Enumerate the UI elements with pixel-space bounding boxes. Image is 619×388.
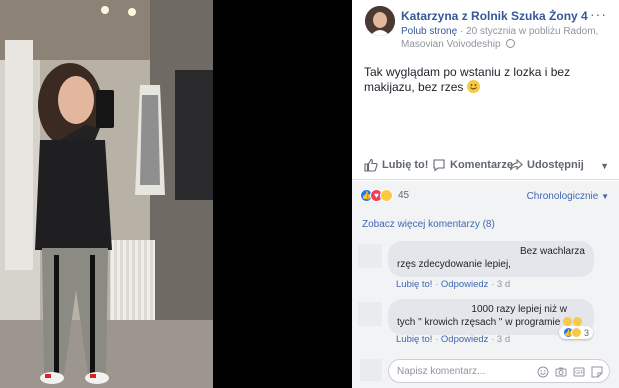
post-text: Tak wyglądam po wstaniu z lozka i bez ma… bbox=[364, 65, 571, 94]
comment-text-line: Bez wachlarza bbox=[519, 246, 585, 257]
camera-icon[interactable] bbox=[555, 365, 567, 377]
comment-reply-link[interactable]: Odpowiedz bbox=[441, 334, 489, 345]
comment-like-link[interactable]: Lubię to! bbox=[396, 279, 432, 290]
gif-icon[interactable]: GIF bbox=[573, 365, 585, 377]
comment-button[interactable]: Komentarze bbox=[432, 158, 513, 172]
chevron-down-icon: ▼ bbox=[601, 192, 609, 201]
comment-text-line: tych " krowich rzęsach " w programie bbox=[397, 316, 585, 329]
share-icon bbox=[509, 158, 523, 171]
photo-pane[interactable] bbox=[0, 0, 352, 388]
photo-viewer: Katarzyna z Rolnik Szuka Żony 4 ··· Polu… bbox=[0, 0, 619, 388]
comment-actions: Lubię to! · Odpowiedz · 3 d bbox=[396, 334, 511, 345]
laughing-emoji-icon bbox=[573, 317, 583, 326]
laughing-emoji-icon bbox=[563, 317, 573, 326]
commenter-avatar[interactable] bbox=[358, 244, 382, 268]
haha-reaction-icon bbox=[571, 327, 582, 338]
composer-icons: GIF bbox=[537, 365, 603, 378]
comment-input[interactable] bbox=[397, 364, 497, 379]
comment-text-line: 1000 razy lepiej niż w bbox=[471, 304, 567, 315]
more-options-icon[interactable]: ··· bbox=[590, 6, 607, 22]
globe-icon bbox=[506, 39, 516, 48]
like-page-link[interactable]: Polub stronę bbox=[401, 26, 457, 37]
comment-composer[interactable]: GIF bbox=[388, 359, 610, 383]
comment-bubble: Bez wachlarza rzęs zdecydowanie lepiej, bbox=[388, 241, 594, 277]
author-name[interactable]: Katarzyna z Rolnik Szuka Żony 4 bbox=[401, 9, 588, 23]
post-photo[interactable] bbox=[0, 0, 213, 388]
comment-time[interactable]: 3 d bbox=[497, 279, 510, 290]
comment-reactions[interactable]: 👍 3 bbox=[559, 326, 594, 339]
smile-emoji-icon bbox=[466, 80, 480, 93]
sticker-icon[interactable] bbox=[591, 365, 603, 378]
emoji-icon[interactable] bbox=[537, 365, 549, 378]
my-avatar bbox=[360, 359, 382, 381]
comment-like-link[interactable]: Lubię to! bbox=[396, 334, 432, 345]
share-button[interactable]: Udostępnij bbox=[509, 158, 584, 172]
comment-time[interactable]: 3 d bbox=[497, 334, 510, 345]
reactions-summary[interactable]: 👍 ♥ 45 bbox=[360, 189, 409, 202]
svg-text:GIF: GIF bbox=[575, 370, 583, 376]
share-dropdown-icon[interactable]: ▼ bbox=[600, 161, 609, 171]
reaction-count: 45 bbox=[398, 190, 410, 201]
view-more-comments-link[interactable]: Zobacz więcej komentarzy (8) bbox=[362, 219, 495, 230]
haha-reaction-icon bbox=[380, 189, 393, 202]
post-panel: Katarzyna z Rolnik Szuka Żony 4 ··· Polu… bbox=[352, 0, 619, 388]
comment-actions: Lubię to! · Odpowiedz · 3 d bbox=[396, 279, 511, 290]
like-button[interactable]: Lubię to! bbox=[364, 158, 428, 172]
comment-text-line: rzęs zdecydowanie lepiej, bbox=[397, 259, 511, 270]
thumbs-up-icon bbox=[364, 158, 378, 172]
comment-order-dropdown[interactable]: Chronologicznie ▼ bbox=[527, 191, 609, 202]
post-meta: Polub stronę · 20 stycznia w pobliżu Rad… bbox=[401, 25, 606, 51]
commenter-avatar[interactable] bbox=[358, 302, 382, 326]
post-actions-bar: Lubię to! Komentarze Udostępnij ▼ bbox=[352, 152, 619, 180]
comment-reply-link[interactable]: Odpowiedz bbox=[441, 279, 489, 290]
comment-reaction-count: 3 bbox=[584, 327, 590, 338]
author-avatar[interactable] bbox=[365, 6, 395, 36]
comment-icon bbox=[433, 159, 445, 172]
